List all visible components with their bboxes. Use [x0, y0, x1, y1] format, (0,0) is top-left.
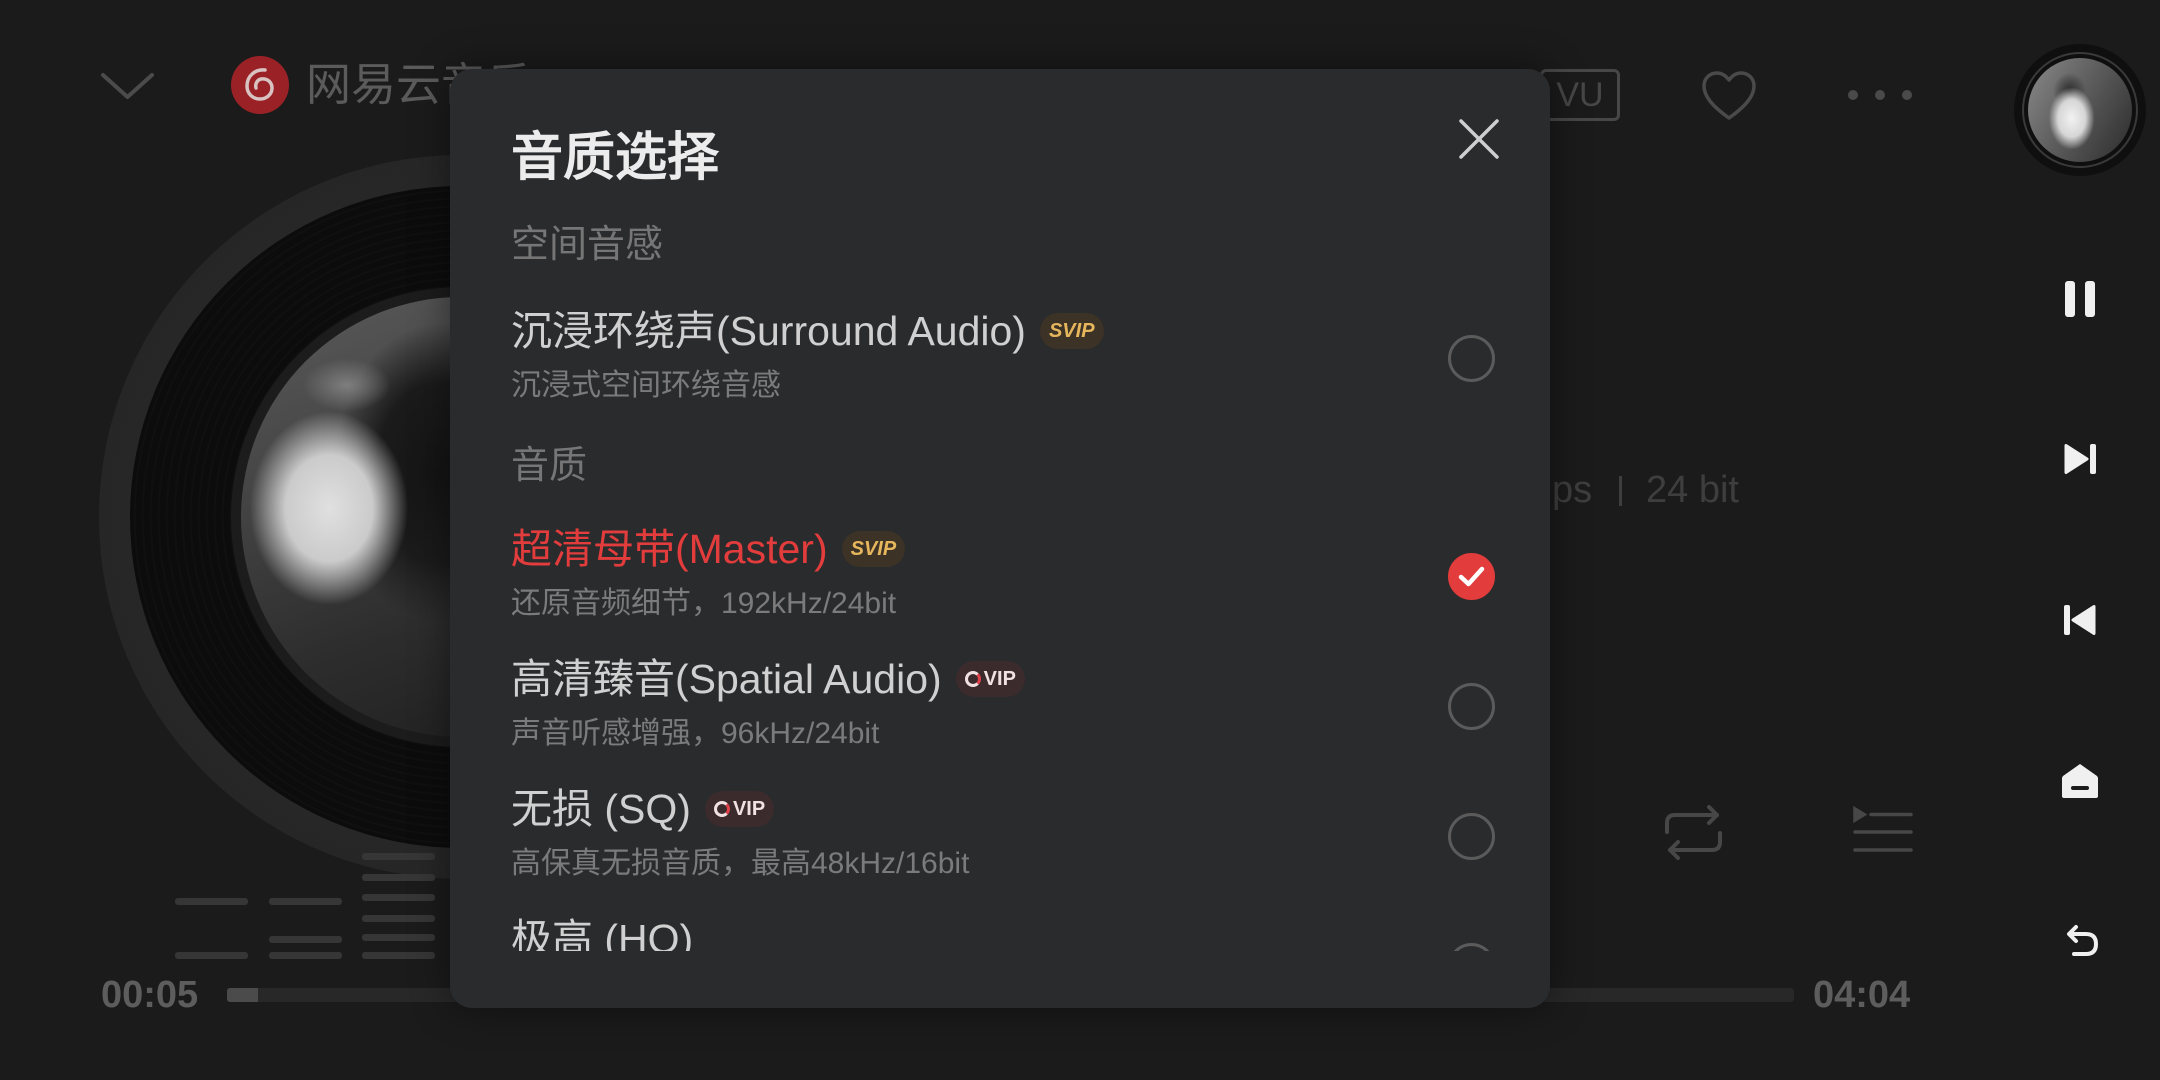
home-icon[interactable]	[2060, 762, 2100, 800]
quality-select-dialog: 音质选择 空间音感 沉浸环绕声(Surround Audio) SVIP 沉浸式…	[450, 69, 1550, 1008]
total-time: 04:04	[1813, 974, 1911, 1016]
svip-badge: SVIP	[841, 531, 906, 567]
now-playing-avatar[interactable]	[2014, 44, 2146, 176]
visualizer-bar	[175, 898, 248, 905]
vip-ring-icon	[964, 671, 981, 687]
option-label: 高清臻音(Spatial Audio)	[511, 656, 942, 702]
visualizer-bar	[362, 915, 435, 922]
current-time: 00:05	[101, 974, 199, 1016]
visualizer-bar	[269, 952, 342, 959]
repeat-icon[interactable]	[1659, 801, 1728, 864]
vip-ring-icon	[713, 801, 730, 817]
radio-button[interactable]	[1448, 335, 1495, 382]
svip-badge: SVIP	[1039, 313, 1104, 349]
option-title-row: 沉浸环绕声(Surround Audio) SVIP	[511, 302, 1104, 360]
visualizer-bar	[269, 936, 342, 943]
close-icon[interactable]	[1457, 117, 1501, 161]
visualizer-bar	[362, 952, 435, 959]
section-header-quality: 音质	[511, 445, 588, 487]
audio-info-divider	[1619, 476, 1622, 506]
option-description: 声音听感增强，96kHz/24bit	[511, 717, 880, 750]
audio-bit-depth-text: 24 bit	[1646, 469, 1739, 511]
vip-badge-text: VIP	[983, 668, 1016, 690]
back-icon[interactable]	[2060, 923, 2100, 959]
pause-icon[interactable]	[2062, 281, 2098, 317]
radio-button[interactable]	[1448, 813, 1495, 860]
option-title-row: 无损 (SQ) VIP	[511, 780, 775, 838]
music-player-screen: 网易云音乐 VU ps 24 bit 00:05 04:04 音质选择 空间音感…	[0, 0, 2160, 1080]
vip-badge-text: VIP	[732, 798, 766, 820]
section-header-spatial: 空间音感	[511, 224, 664, 266]
quality-option-list[interactable]: 空间音感 沉浸环绕声(Surround Audio) SVIP 沉浸式空间环绕音…	[450, 215, 1550, 951]
option-hq[interactable]: 极高 (HQ)	[450, 886, 1550, 951]
visualizer-bar	[175, 952, 248, 959]
radio-button[interactable]	[1448, 943, 1495, 951]
chevron-down-icon[interactable]	[100, 72, 155, 100]
vu-label: VU	[1556, 76, 1604, 114]
netease-logo-icon	[231, 56, 289, 114]
visualizer-bar	[269, 898, 342, 905]
option-title-row: 高清臻音(Spatial Audio) VIP	[511, 650, 1025, 708]
option-title-row: 极高 (HQ)	[511, 910, 693, 951]
skip-previous-icon[interactable]	[2062, 602, 2098, 638]
option-spatial-audio[interactable]: 高清臻音(Spatial Audio) VIP 声音听感增强，96kHz/24b…	[450, 626, 1550, 756]
option-master[interactable]: 超清母带(Master) SVIP 还原音频细节，192kHz/24bit	[450, 496, 1550, 626]
progress-fill	[227, 988, 259, 1002]
option-lossless[interactable]: 无损 (SQ) VIP 高保真无损音质，最高48kHz/16bit	[450, 756, 1550, 886]
dialog-title: 音质选择	[511, 129, 720, 187]
radio-button[interactable]	[1448, 553, 1495, 600]
vip-badge: VIP	[704, 791, 775, 827]
option-description: 高保真无损音质，最高48kHz/16bit	[511, 847, 970, 880]
visualizer-bar	[362, 934, 435, 941]
vu-button[interactable]: VU	[1540, 69, 1620, 121]
option-title-row: 超清母带(Master) SVIP	[511, 520, 906, 578]
skip-next-icon[interactable]	[2062, 441, 2098, 477]
visualizer-bar	[362, 894, 435, 901]
option-description: 沉浸式空间环绕音感	[511, 369, 781, 402]
avatar-cover	[2028, 58, 2132, 162]
audio-bitrate-text: ps	[1552, 469, 1593, 511]
option-label: 沉浸环绕声(Surround Audio)	[511, 308, 1026, 354]
option-description: 还原音频细节，192kHz/24bit	[511, 587, 897, 620]
playlist-icon[interactable]	[1852, 805, 1914, 858]
option-label: 无损 (SQ)	[511, 786, 691, 832]
visualizer-bar	[362, 874, 435, 881]
option-label: 极高 (HQ)	[511, 916, 694, 951]
option-label: 超清母带(Master)	[511, 526, 828, 572]
visualizer-bar	[362, 853, 435, 860]
heart-icon[interactable]	[1700, 70, 1758, 122]
radio-button[interactable]	[1448, 683, 1495, 730]
option-surround-audio[interactable]: 沉浸环绕声(Surround Audio) SVIP 沉浸式空间环绕音感	[450, 278, 1550, 408]
more-icon[interactable]	[1846, 85, 1914, 105]
vip-badge: VIP	[955, 661, 1025, 697]
